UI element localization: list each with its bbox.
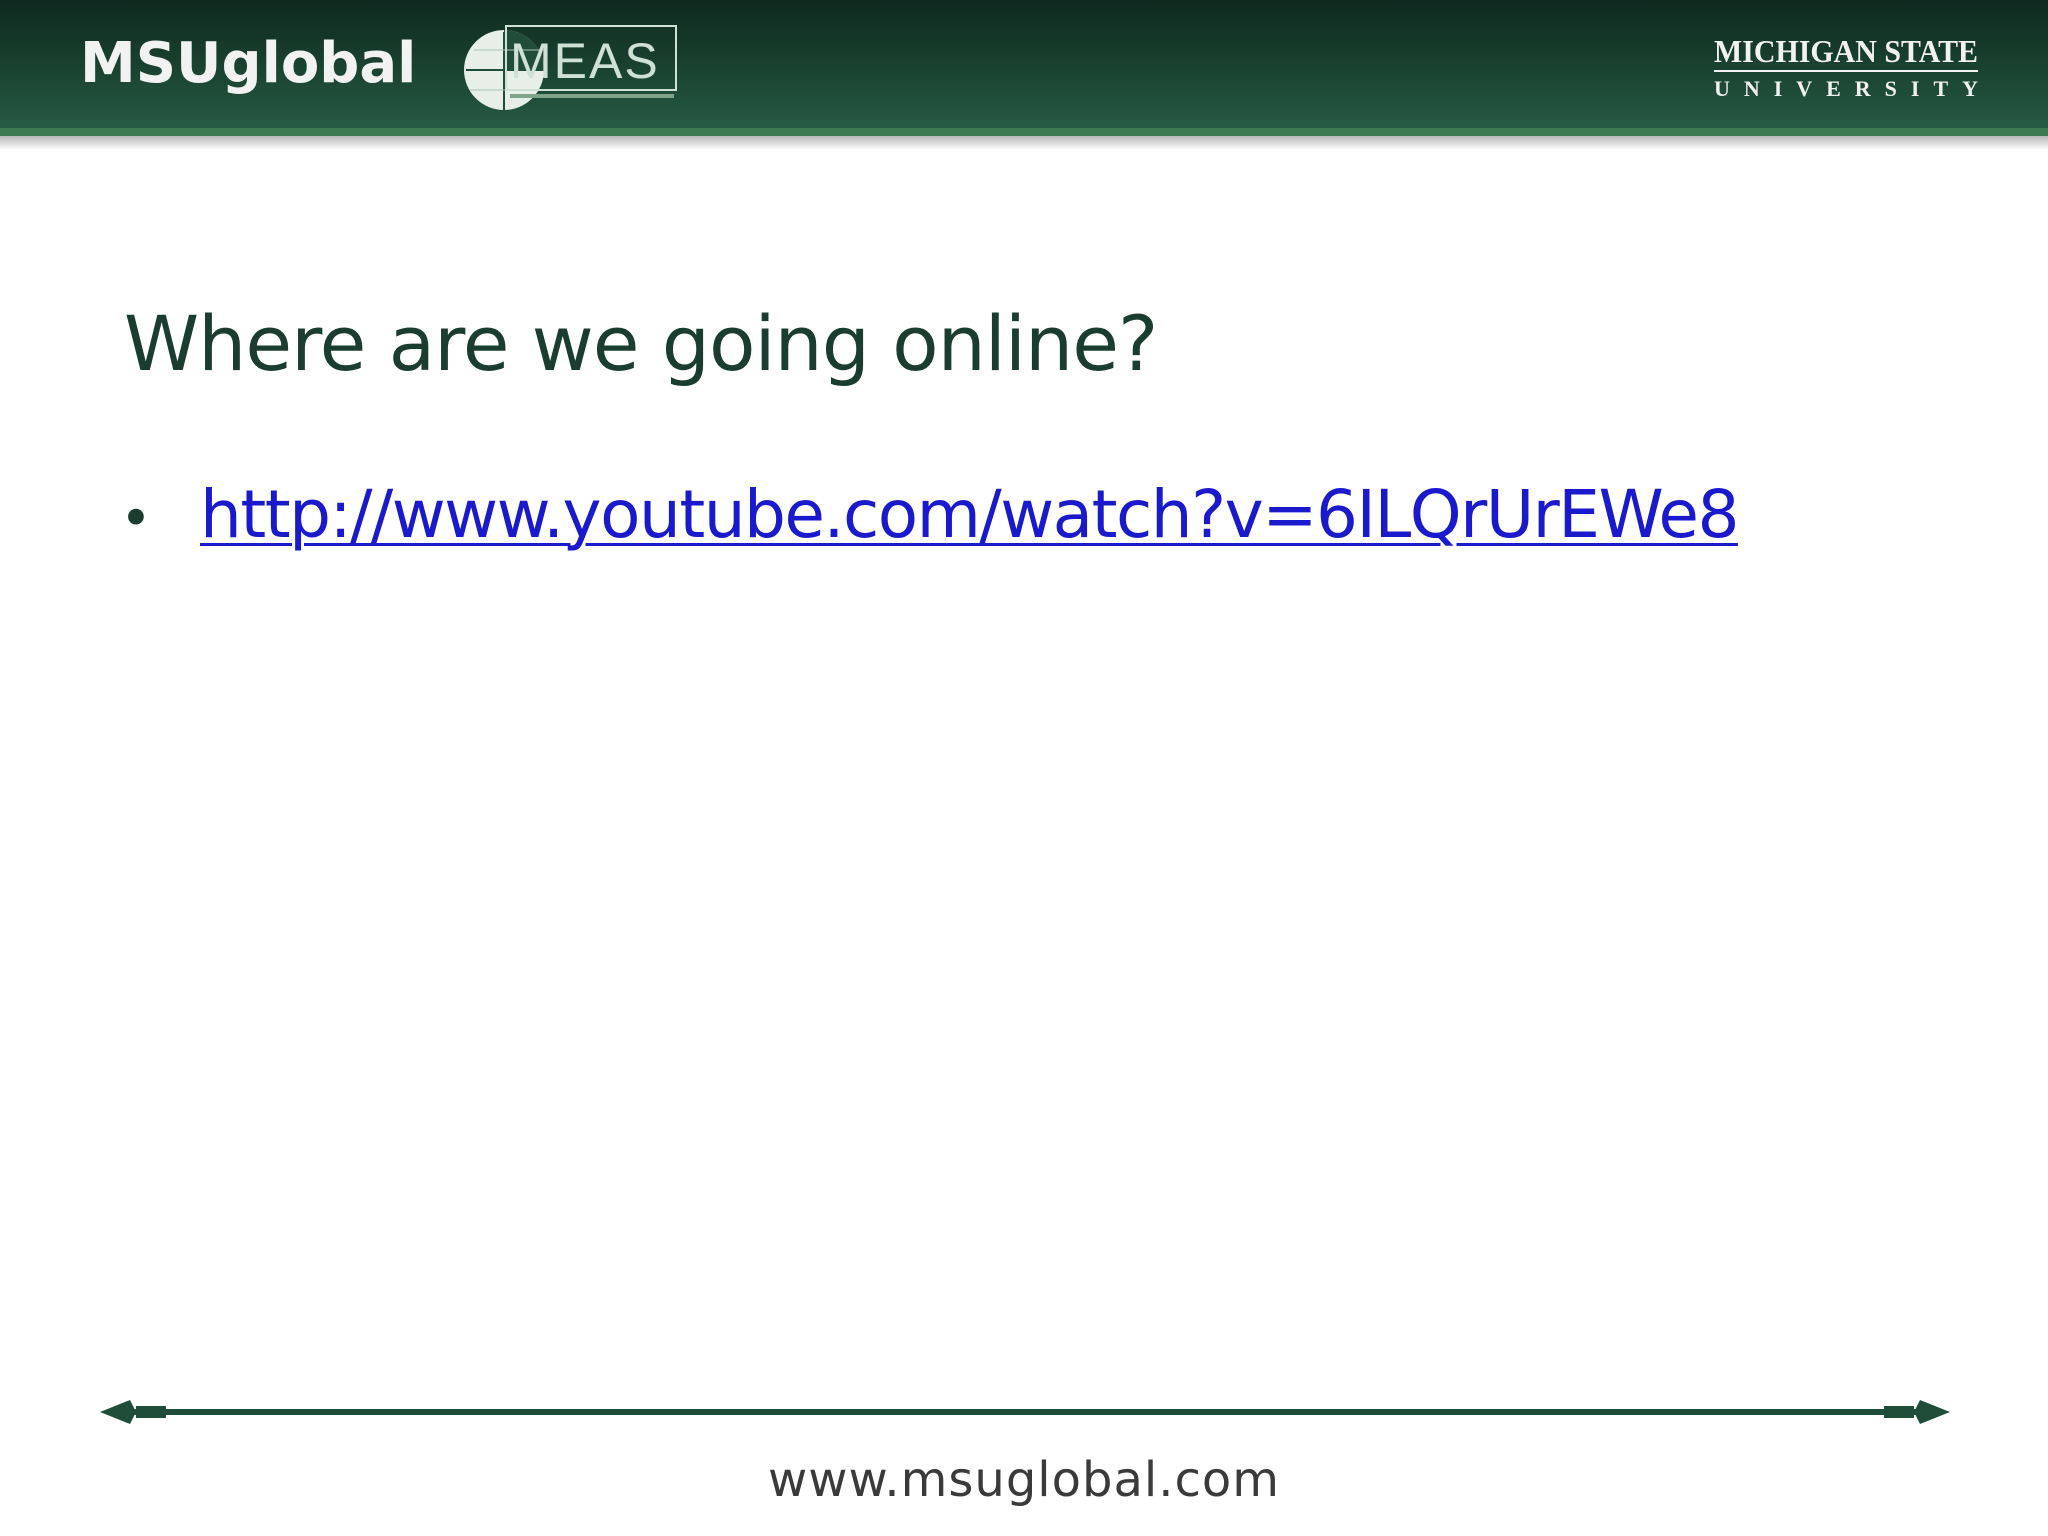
youtube-link[interactable]: http://www.youtube.com/watch?v=6ILQrUrEW… (200, 470, 1739, 560)
bullet-list: • http://www.youtube.com/watch?v=6ILQrUr… (120, 470, 1739, 564)
meas-logo-text: MEAS (510, 33, 660, 89)
footer-url: www.msuglobal.com (768, 1452, 1280, 1508)
msu-wordmark-line1: MICHIGAN STATE (1714, 33, 1978, 69)
slide-title: Where are we going online? (124, 299, 1158, 388)
header-banner: MSUglobal MEAS MICHIGAN STATE UNIVERSITY (0, 0, 2048, 136)
msuglobal-logo: MSUglobal (80, 31, 417, 96)
msu-wordmark-line2: UNIVERSITY (1714, 76, 1978, 101)
header-rule (0, 128, 2048, 136)
bullet-dot-icon: • (120, 487, 152, 550)
list-item: • http://www.youtube.com/watch?v=6ILQrUr… (120, 470, 1739, 564)
msu-wordmark: MICHIGAN STATE UNIVERSITY (1714, 33, 1978, 101)
footer-arrow-line (100, 1400, 1950, 1424)
header-shadow (0, 136, 2048, 150)
meas-logo: MEAS (464, 25, 677, 110)
